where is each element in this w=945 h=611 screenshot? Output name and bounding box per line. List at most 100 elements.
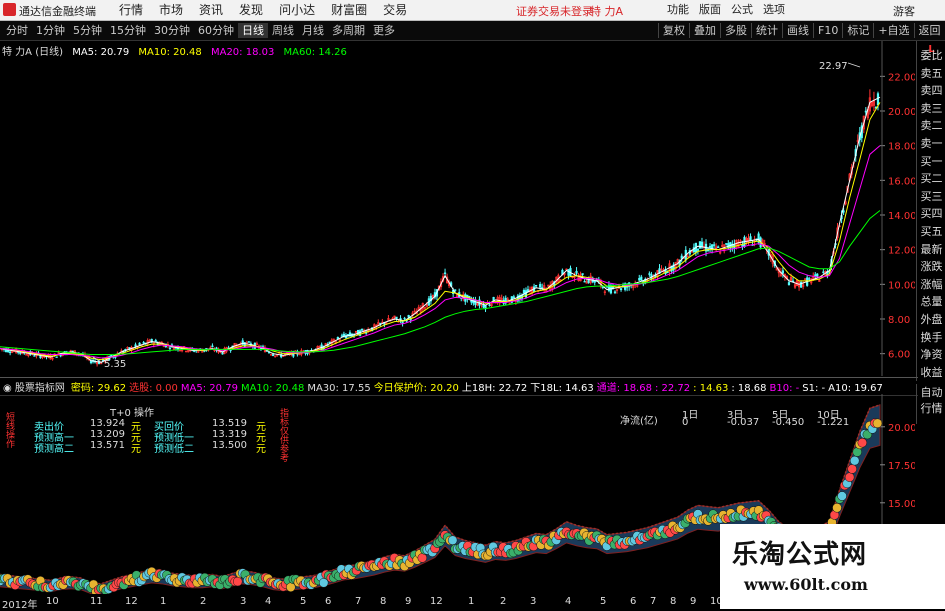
sidebar-item-1[interactable]: 卖五 xyxy=(918,67,945,81)
menu-layout[interactable]: 版面 xyxy=(694,2,726,18)
sidebar-item-12[interactable]: 涨跌 xyxy=(918,260,945,274)
candle-body xyxy=(876,93,880,106)
sidebar-item-0[interactable]: 委比 xyxy=(918,49,945,63)
menu-trade[interactable]: 交易 xyxy=(375,2,415,18)
period-weekly[interactable]: 周线 xyxy=(268,23,298,38)
sidebar-item-6[interactable]: 买一 xyxy=(918,155,945,169)
auto-label[interactable]: 自动 xyxy=(918,386,945,400)
t0-cell: 13.924 xyxy=(90,418,125,429)
ma10-value: MA10: 20.48 xyxy=(138,47,202,58)
quote-label[interactable]: 行情 xyxy=(918,402,945,416)
candle-body xyxy=(407,314,410,318)
kline-chart[interactable]: 22.00 20.00 18.00 16.00 14.00 12.00 10.00 8.00 6… xyxy=(0,41,915,376)
time-tick: 5 xyxy=(600,596,607,607)
chart-title: 特 力A (日线) xyxy=(2,47,64,58)
sidebar-item-3[interactable]: 卖三 xyxy=(918,102,945,116)
period-1min[interactable]: 1分钟 xyxy=(32,23,69,38)
net-inflow-value: -0.037 xyxy=(727,417,760,428)
current-stock-name: 特 力A xyxy=(590,5,624,18)
guest-user[interactable]: 游客 xyxy=(893,3,915,19)
tool-multistock[interactable]: 多股 xyxy=(720,23,751,38)
sidebar-item-7[interactable]: 买二 xyxy=(918,172,945,186)
tool-overlay[interactable]: 叠加 xyxy=(689,23,720,38)
tool-f10[interactable]: F10 xyxy=(813,23,842,38)
tool-add-watchlist[interactable]: +自选 xyxy=(873,23,913,38)
tool-stats[interactable]: 统计 xyxy=(751,23,782,38)
t0-panel: T+0 操作 短线操作 指标仅供参考 卖出价 13.924 元买回价 13.519 元预测高一… xyxy=(6,404,290,474)
candle-body xyxy=(605,286,608,288)
period-30min[interactable]: 30分钟 xyxy=(150,23,194,38)
period-multi[interactable]: 多周期 xyxy=(328,23,369,38)
menu-discover[interactable]: 发现 xyxy=(231,2,271,18)
net-inflow-label: 净流(亿) xyxy=(620,416,658,427)
time-tick: 8 xyxy=(380,596,387,607)
period-5min[interactable]: 5分钟 xyxy=(69,23,106,38)
sidebar-item-17[interactable]: 净资 xyxy=(918,348,945,362)
time-tick: 1 xyxy=(160,596,167,607)
title-bar: 通达信金融终端 行情 市场 资讯 发现 问小达 财富圈 交易 证券交易未登录 特… xyxy=(0,0,945,21)
candle-body xyxy=(134,344,137,347)
sidebar-item-14[interactable]: 总量 xyxy=(918,295,945,309)
candle-body xyxy=(648,273,651,275)
menu-wealth[interactable]: 财富圈 xyxy=(323,2,375,18)
candle-body xyxy=(814,274,817,276)
indicator-name[interactable]: ◉ 股票指标网 xyxy=(3,383,65,394)
sidebar-item-10[interactable]: 买五 xyxy=(918,225,945,239)
sidebar-item-9[interactable]: 买四 xyxy=(918,207,945,221)
menu-options[interactable]: 选项 xyxy=(758,2,790,18)
menu-market[interactable]: 市场 xyxy=(151,2,191,18)
sidebar-item-18[interactable]: 收益 xyxy=(918,366,945,380)
time-axis: 2012年 10 11 12 1 2 3 4 5 6 7 8 9 12 1 2 3 4 5 6 7 8 9 10 xyxy=(0,596,723,611)
candle-body xyxy=(19,352,22,354)
candle-body xyxy=(395,316,398,319)
menu-formula[interactable]: 公式 xyxy=(726,2,758,18)
y-tick-label: 20.00 xyxy=(888,107,915,118)
sidebar-item-5[interactable]: 卖一 xyxy=(918,137,945,151)
t0-right-tag: 指标仅供参考 xyxy=(280,409,290,464)
indicator-value: MA5: 20.79 xyxy=(180,383,238,394)
indicator-bubble xyxy=(872,418,883,429)
indicator-bubble xyxy=(417,553,428,563)
tool-adjust[interactable]: 复权 xyxy=(658,23,689,38)
period-intraday[interactable]: 分时 xyxy=(2,23,32,38)
sidebar-item-4[interactable]: 卖二 xyxy=(918,119,945,133)
sidebar-item-11[interactable]: 最新 xyxy=(918,243,945,257)
candle-body xyxy=(340,335,343,337)
period-more[interactable]: 更多 xyxy=(369,23,399,38)
sidebar-item-15[interactable]: 外盘 xyxy=(918,313,945,327)
net-inflow-value: -1.221 xyxy=(817,417,850,428)
menu-news[interactable]: 资讯 xyxy=(191,2,231,18)
candle-body xyxy=(168,347,172,350)
y-tick-label: 10.00 xyxy=(888,280,915,291)
candle-body xyxy=(361,328,364,331)
login-status[interactable]: 证券交易未登录 xyxy=(516,3,593,19)
indicator-bubble xyxy=(447,535,458,545)
period-15min[interactable]: 15分钟 xyxy=(106,23,150,38)
sidebar-item-16[interactable]: 换手 xyxy=(918,331,945,345)
y-tick-label: 18.00 xyxy=(888,142,915,153)
candle-body xyxy=(55,356,58,358)
period-60min[interactable]: 60分钟 xyxy=(194,23,238,38)
tool-back[interactable]: 返回 xyxy=(913,23,945,38)
sidebar-item-2[interactable]: 卖四 xyxy=(918,84,945,98)
menu-quotes[interactable]: 行情 xyxy=(111,2,151,18)
sidebar-item-13[interactable]: 涨幅 xyxy=(918,278,945,292)
candle-body xyxy=(221,352,224,355)
t0-cell: 元 xyxy=(131,444,141,455)
candle-body xyxy=(575,270,578,274)
candle-body xyxy=(272,354,275,357)
right-menu: 功能 版面 公式 选项 xyxy=(662,2,790,18)
candle-body xyxy=(211,345,214,348)
menu-function[interactable]: 功能 xyxy=(662,2,694,18)
period-daily[interactable]: 日线 xyxy=(238,23,268,38)
time-tick: 8 xyxy=(670,596,677,607)
period-monthly[interactable]: 月线 xyxy=(298,23,328,38)
sidebar-item-8[interactable]: 买三 xyxy=(918,190,945,204)
tool-mark[interactable]: 标记 xyxy=(842,23,873,38)
indicator-bubble xyxy=(232,576,243,587)
tool-draw[interactable]: 画线 xyxy=(782,23,813,38)
time-tick: 5 xyxy=(300,596,307,607)
ma-info-line: 特 力A (日线) MA5: 20.79 MA10: 20.48 MA20: 1… xyxy=(2,43,353,58)
indicator-value: 密码: 29.62 xyxy=(70,383,127,394)
menu-ask[interactable]: 问小达 xyxy=(271,2,323,18)
